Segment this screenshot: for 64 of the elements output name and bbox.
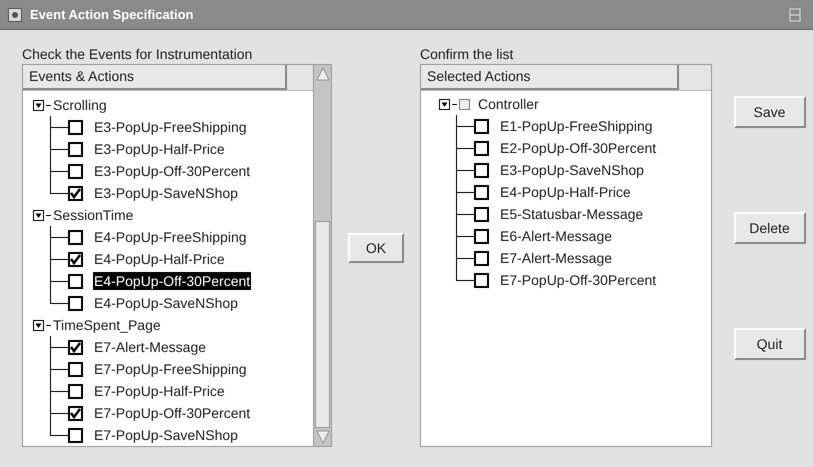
tree-group-label[interactable]: SessionTime [53, 204, 134, 226]
action-button[interactable]: Save [734, 96, 806, 128]
checkbox[interactable] [68, 296, 83, 310]
tree-group-label[interactable]: Scrolling [53, 94, 107, 116]
window-menu-icon[interactable] [8, 8, 22, 22]
checkbox[interactable] [474, 184, 489, 200]
tree-item-label[interactable]: E4-PopUp-SaveNShop [93, 294, 239, 312]
checkbox[interactable] [68, 120, 83, 134]
tree-item-label[interactable]: E6-Alert-Message [499, 227, 614, 245]
checkbox[interactable] [474, 162, 489, 178]
scrollbar-thumb[interactable] [315, 221, 330, 428]
tree-item-label[interactable]: E7-Alert-Message [499, 249, 614, 267]
column-header[interactable]: Selected Actions [421, 65, 679, 90]
tree-item-label[interactable]: E7-PopUp-Off-30Percent [499, 271, 658, 289]
checkbox[interactable] [459, 98, 470, 110]
tree-item-label[interactable]: E7-Alert-Message [93, 338, 208, 356]
tree-item-label[interactable]: E7-PopUp-Half-Price [93, 382, 226, 400]
tree-group-label[interactable]: Controller [478, 94, 539, 114]
tree-item-label[interactable]: E4-PopUp-FreeShipping [93, 228, 248, 246]
column-header[interactable]: Events & Actions [23, 65, 287, 90]
checkbox[interactable] [68, 362, 83, 376]
ok-button[interactable]: OK [348, 233, 404, 263]
section-label: Confirm the list [420, 45, 514, 64]
window-title: Event Action Specification [30, 6, 194, 24]
tree-item-label[interactable]: E3-PopUp-Off-30Percent [93, 162, 252, 180]
expand-toggle-icon[interactable] [439, 98, 450, 110]
section-label: Check the Events for Instrumentation [22, 45, 254, 64]
checkbox[interactable] [474, 118, 489, 134]
tree-item-label[interactable]: E4-PopUp-Half-Price [93, 250, 226, 268]
checkbox[interactable] [68, 384, 83, 398]
tree-item-label[interactable]: E7-PopUp-SaveNShop [93, 426, 239, 444]
checkbox[interactable] [474, 140, 489, 156]
checkbox[interactable] [474, 272, 489, 288]
action-button[interactable]: Quit [734, 328, 806, 360]
tree-group-label[interactable]: TimeSpent_Page [53, 314, 161, 336]
checkbox[interactable] [68, 406, 83, 420]
tree-item-label[interactable]: E4-PopUp-Off-30Percent [93, 272, 252, 290]
expand-toggle-icon[interactable] [33, 210, 44, 220]
tree-item-label[interactable]: E2-PopUp-Off-30Percent [499, 139, 658, 157]
tree-item-label[interactable]: E3-PopUp-SaveNShop [499, 161, 645, 179]
checkbox[interactable] [68, 230, 83, 244]
tree-item-label[interactable]: E3-PopUp-FreeShipping [93, 118, 248, 136]
tree-item-label[interactable]: E3-PopUp-Half-Price [93, 140, 226, 158]
checkbox[interactable] [474, 228, 489, 244]
checkbox[interactable] [68, 274, 83, 288]
tree-item-label[interactable]: E3-PopUp-SaveNShop [93, 184, 239, 202]
window-resize-icon[interactable] [789, 8, 801, 22]
tree-item-label[interactable]: E1-PopUp-FreeShipping [499, 117, 654, 135]
checkbox[interactable] [474, 206, 489, 222]
checkbox[interactable] [474, 250, 489, 266]
checkbox[interactable] [68, 428, 83, 442]
checkbox[interactable] [68, 164, 83, 178]
tree-item-label[interactable]: E7-PopUp-FreeShipping [93, 360, 248, 378]
expand-toggle-icon[interactable] [33, 320, 44, 330]
action-button[interactable]: Delete [734, 212, 806, 244]
tree-item-label[interactable]: E7-PopUp-Off-30Percent [93, 404, 252, 422]
tree-item-label[interactable]: E5-Statusbar-Message [499, 205, 644, 223]
checkbox[interactable] [68, 252, 83, 266]
tree-item-label[interactable]: E4-PopUp-Half-Price [499, 183, 632, 201]
expand-toggle-icon[interactable] [33, 100, 44, 110]
checkbox[interactable] [68, 142, 83, 156]
checkbox[interactable] [68, 186, 83, 200]
checkbox[interactable] [68, 340, 83, 354]
scrollbar[interactable] [313, 65, 331, 446]
